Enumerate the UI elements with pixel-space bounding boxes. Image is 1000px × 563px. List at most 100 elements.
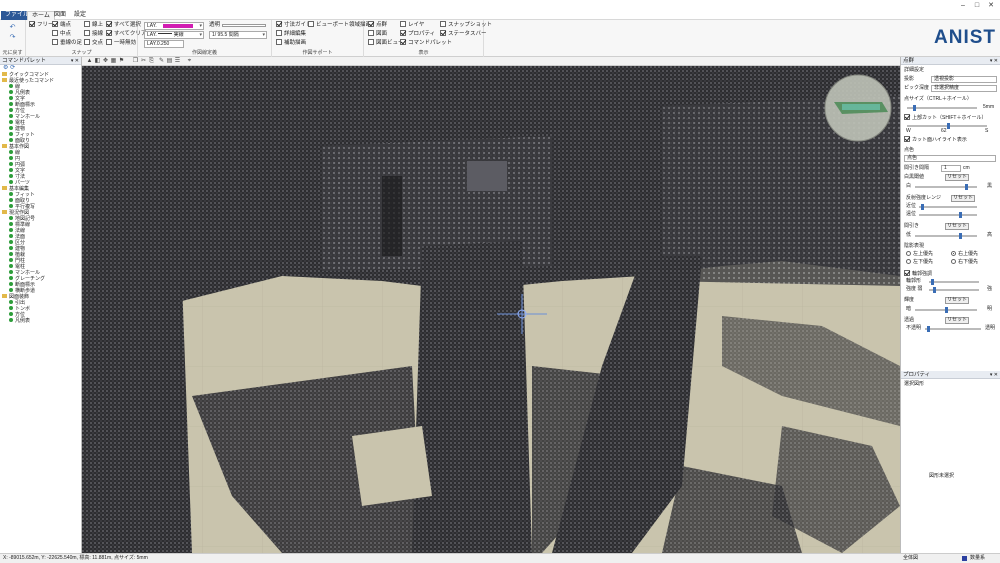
display-drawing[interactable]: 図面 — [368, 30, 387, 38]
cut-icon[interactable]: ✂ — [140, 58, 147, 65]
flag-icon[interactable]: ⚑ — [118, 58, 125, 65]
spacing-input[interactable]: 1 — [941, 165, 961, 172]
color-label: 点色 — [904, 147, 915, 153]
command-icon — [9, 246, 13, 250]
rim-strength-slider[interactable] — [929, 287, 979, 293]
navigation-compass-icon[interactable] — [824, 74, 892, 142]
detail-settings[interactable]: 詳細設定 — [904, 67, 997, 74]
point-size-slider[interactable] — [907, 105, 977, 111]
reset-transparency-button[interactable]: リセット — [945, 317, 969, 324]
rim-toggle[interactable]: 輪郭強調 — [904, 270, 997, 277]
checkbox-icon — [400, 30, 406, 36]
copy-icon[interactable]: ❐ — [132, 58, 139, 65]
support-aux-draw[interactable]: 補助描画 — [276, 39, 306, 47]
maximize-icon[interactable]: □ — [970, 1, 984, 10]
properties-title: プロパティ — [903, 372, 931, 378]
image-icon[interactable]: ▦ — [110, 58, 117, 65]
redo-icon[interactable]: ↷ — [8, 33, 17, 42]
display-command-palette[interactable]: コマンドパレット — [400, 39, 452, 47]
display-statusbar[interactable]: ステータスバー — [440, 30, 487, 38]
display-property[interactable]: プロパティ — [400, 30, 435, 38]
support-group: 寸法ガイド ビューポート領域描画 詳細編集 補助描画 作図サポート — [272, 20, 371, 57]
support-dim-guide[interactable]: 寸法ガイド — [276, 21, 312, 29]
radio-bottom-right[interactable]: 右下優先 — [951, 259, 997, 266]
quantity-toggle[interactable]: 数量系 — [970, 554, 985, 563]
snap-free[interactable]: フリー — [29, 21, 54, 29]
reset-reflect-button[interactable]: リセット — [951, 195, 975, 202]
cursor-icon[interactable]: ▲ — [86, 58, 93, 65]
thin-slider[interactable] — [915, 233, 977, 239]
viewport-toolbar: ▲ ◧ ✥ ▦ ⚑ ❐ ✂ ⎘ ✎ ▤ ☰ ⌖ — [82, 57, 900, 66]
pick-select[interactable]: 非選択精度 — [931, 85, 997, 92]
transparency-slider[interactable] — [222, 24, 266, 27]
black-label: 黒 — [987, 183, 993, 189]
color-swatch — [163, 24, 193, 28]
measure-icon[interactable]: ⌖ — [186, 58, 193, 65]
command-palette: コマンドパレット ▾ ✕ ⚙ ⟳ クイックコマンド 最近使ったコマンド線凡例表 文字… — [0, 57, 82, 553]
minimize-icon[interactable]: – — [956, 1, 970, 10]
tab-drawing[interactable]: 図面 — [50, 11, 70, 20]
pin-icon[interactable]: ▾ ✕ — [990, 371, 998, 379]
reset-balance-button[interactable]: リセット — [945, 174, 969, 181]
command-icon — [9, 234, 13, 238]
radio-bottom-left[interactable]: 左下優先 — [906, 259, 952, 266]
line-sample — [158, 33, 173, 34]
pin-icon[interactable]: ▾ ✕ — [71, 57, 79, 65]
snap-tangent[interactable]: 接線 — [84, 30, 103, 38]
view-mode[interactable]: 全体図 — [903, 554, 918, 563]
display-pointcloud[interactable]: 点群 — [368, 21, 387, 29]
color-select[interactable]: 点色 — [904, 155, 996, 162]
snap-temp-disable[interactable]: 一時無効 — [106, 39, 136, 47]
balance-slider[interactable] — [915, 184, 977, 190]
move-icon[interactable]: ✥ — [102, 58, 109, 65]
tree-item[interactable]: 凡例表 — [0, 318, 81, 324]
upper-cut-toggle[interactable]: 上部カット（SHIFT＋ホイール） — [904, 114, 997, 121]
tab-settings[interactable]: 設定 — [70, 11, 90, 20]
cut-slider[interactable] — [907, 123, 987, 129]
projection-select[interactable]: 透視投影 — [931, 76, 997, 83]
pin-icon[interactable]: ▾ ✕ — [990, 57, 998, 65]
command-icon — [9, 90, 13, 94]
palette-toolbar: ⚙ ⟳ — [0, 65, 81, 72]
support-detail-edit[interactable]: 詳細編集 — [276, 30, 306, 38]
snap-endpoint[interactable]: 端点 — [52, 21, 71, 29]
reset-brightness-button[interactable]: リセット — [945, 297, 969, 304]
radio-top-left[interactable]: 左上優先 — [906, 251, 952, 258]
support-viewport[interactable]: ビューポート領域描画 — [308, 21, 371, 29]
highlight-toggle[interactable]: カット面ハイライト表示 — [904, 136, 997, 143]
checkbox-icon — [52, 21, 58, 27]
refresh-icon[interactable]: ⟳ — [10, 65, 15, 71]
radio-top-right[interactable]: 右上優先 — [951, 251, 997, 258]
command-icon — [9, 162, 13, 166]
line-width-select[interactable]: LAY.0.250 — [144, 40, 184, 48]
line-type-select[interactable]: LAY. 実線 ▾ — [144, 31, 204, 39]
pointcloud-panel: 点群 ▾ ✕ 詳細設定 投影 透視投影 ピック深度 非選択精度 点サイズ（CTR… — [900, 57, 1000, 553]
snap-midpoint[interactable]: 中点 — [52, 30, 71, 38]
far-slider[interactable] — [919, 212, 977, 218]
rim-shape-slider[interactable] — [929, 279, 979, 285]
display-snapshot[interactable]: スナップショット — [440, 21, 492, 29]
cut-s-label: S — [985, 128, 989, 134]
undo-icon[interactable]: ↶ — [8, 23, 17, 32]
pointcloud-viewport[interactable] — [82, 66, 900, 553]
settings-icon[interactable]: ⚙ — [3, 65, 8, 71]
snap-intersection[interactable]: 交点 — [84, 39, 103, 47]
grid-icon[interactable]: ▤ — [166, 58, 173, 65]
edit-icon[interactable]: ✎ — [158, 58, 165, 65]
close-icon[interactable]: ✕ — [984, 1, 998, 10]
reset-thin-button[interactable]: リセット — [945, 223, 969, 230]
layers-icon[interactable]: ☰ — [174, 58, 181, 65]
select-icon[interactable]: ◧ — [94, 58, 101, 65]
snap-select-all[interactable]: すべて選択 — [106, 21, 141, 29]
snap-perpendicular[interactable]: 垂線の足 — [52, 39, 82, 47]
brightness-slider[interactable] — [915, 307, 977, 313]
layer-color-select[interactable]: LAY. ▾ — [144, 22, 204, 30]
transparency-slider[interactable] — [925, 326, 981, 332]
display-drawing-view[interactable]: 図面ビュー — [368, 39, 404, 47]
checkbox-icon — [368, 39, 374, 45]
display-layer[interactable]: レイヤ — [400, 21, 424, 29]
paste-icon[interactable]: ⎘ — [148, 58, 155, 65]
scale-select[interactable]: 1/ 95.5 間隔 ▾ — [209, 31, 267, 39]
snap-online[interactable]: 線上 — [84, 21, 103, 29]
near-slider[interactable] — [919, 204, 977, 210]
